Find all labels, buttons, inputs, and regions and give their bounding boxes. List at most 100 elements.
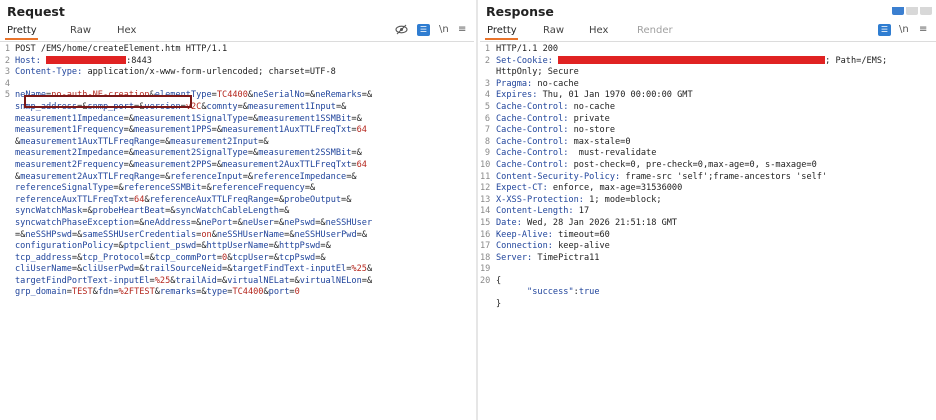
line-number: 17 <box>480 241 491 252</box>
header-name: Server: <box>496 252 533 263</box>
response-tab-render[interactable]: Render <box>637 25 673 36</box>
param-token: v2C <box>185 101 202 112</box>
param-token: neSSHPswd <box>25 229 72 240</box>
line-content: Expires: Thu, 01 Jan 1970 00:00:00 GMT <box>496 90 693 102</box>
header-name: Cache-Control: <box>496 125 569 136</box>
line-content: measurement2Impedance=&measurement2Signa… <box>15 148 362 160</box>
code-line: 2 Set-Cookie: ; Path=/EMS; <box>480 55 936 68</box>
param-token: sameSSHUserCredentials <box>82 229 197 240</box>
line-content: Keep-Alive: timeout=60 <box>496 230 610 242</box>
param-token: targetFindPortText-inputEl <box>15 275 150 286</box>
param-token: & <box>356 148 362 159</box>
param-token: measurement1Impedance <box>15 113 124 124</box>
text-format-icon[interactable]: ☰ <box>417 24 430 36</box>
header-name: Set-Cookie: <box>496 55 553 66</box>
param-token: version <box>144 101 181 112</box>
param-token: snmp_port <box>87 101 135 112</box>
code-line: cliUserName=&cliUserPwd=&trailSourceNeid… <box>0 264 474 276</box>
param-token: measurement2SignalType <box>134 148 248 159</box>
request-editor[interactable]: 1 POST /EMS/home/createElement.htm HTTP/1… <box>0 44 474 299</box>
param-token: configurationPolicy <box>15 241 114 252</box>
code-line: 19 <box>480 264 936 276</box>
request-tab-raw[interactable]: Raw <box>70 25 91 36</box>
param-token: referenceInput <box>170 171 243 182</box>
code-line: 20 { <box>480 276 936 288</box>
body-params: cliUserName=&cliUserPwd=&trailSourceNeid… <box>15 264 372 274</box>
param-token: neRemarks <box>315 90 362 101</box>
line-number: 3 <box>4 67 10 78</box>
header-value: 17 <box>573 206 590 217</box>
code-line: } <box>480 299 936 311</box>
code-line: 2 Host: :8443 <box>0 55 474 68</box>
line-number: 2 <box>484 55 490 66</box>
layout-horizontal-icon[interactable] <box>906 7 918 15</box>
line-number: 1 <box>4 44 10 54</box>
line-content: Server: TimePictra11 <box>496 253 599 265</box>
text-format-icon[interactable]: ☰ <box>878 24 891 36</box>
line-content: Cache-Control: no-store <box>496 125 615 137</box>
param-token: httpPswd <box>278 241 321 252</box>
request-tab-pretty[interactable]: Pretty <box>7 25 37 36</box>
body-params: snmp_address=&snmp_port=&version=v2C&com… <box>15 102 346 112</box>
param-token: syncWatchMask <box>15 206 83 217</box>
line-content: Pragma: no-cache <box>496 79 579 91</box>
redacted-block <box>46 55 127 64</box>
code-line: syncwatchPhaseException=&neAddress=&nePo… <box>0 218 474 230</box>
line-content: Connection: keep-alive <box>496 241 610 253</box>
param-token: tcp_commPort <box>154 252 217 263</box>
param-token: syncWatchCableLength <box>175 206 279 217</box>
line-content: Cache-Control: max-stale=0 <box>496 137 631 149</box>
param-token: referenceSSMBit <box>123 183 202 194</box>
layout-vertical-icon[interactable] <box>920 7 932 15</box>
code-line: 6 Cache-Control: private <box>480 114 936 126</box>
layout-split-icon[interactable] <box>892 7 904 15</box>
param-token: measurement2Frequency <box>15 159 124 170</box>
code-line: grp_domain=TEST&fdn=%2FTEST&remarks=&typ… <box>0 287 474 299</box>
response-tab-raw[interactable]: Raw <box>543 25 564 36</box>
newline-toggle[interactable]: \n <box>439 24 449 35</box>
param-token: & <box>325 241 331 252</box>
menu-icon[interactable]: ≡ <box>919 24 927 35</box>
pane-divider[interactable] <box>476 0 478 420</box>
param-token: & <box>320 252 326 263</box>
response-tab-hex[interactable]: Hex <box>589 25 608 36</box>
newline-toggle[interactable]: \n <box>899 24 909 35</box>
header-value: timeout=60 <box>552 229 610 240</box>
line-number: 6 <box>484 113 490 124</box>
param-token: virtualNELat <box>227 275 290 286</box>
param-token: trailSourceNeid <box>144 264 223 275</box>
line-number: 16 <box>480 229 491 240</box>
code-line: 7 Cache-Control: no-store <box>480 125 936 137</box>
response-tab-pretty[interactable]: Pretty <box>487 25 517 36</box>
line-content: measurement2Frequency=&measurement2PPS=&… <box>15 160 367 172</box>
line-content: measurement1Frequency=&measurement1PPS=&… <box>15 125 367 137</box>
request-line: POST /EMS/home/createElement.htm HTTP/1.… <box>15 44 228 54</box>
line-content: "success":true <box>496 287 599 299</box>
body-params: grp_domain=TEST&fdn=%2FTEST&remarks=&typ… <box>15 287 300 297</box>
body-params: configurationPolicy=&ptpclient_pswd=&htt… <box>15 241 331 251</box>
header-value: post-check=0, pre-check=0,max-age=0, s-m… <box>568 159 817 170</box>
code-line: 4 Expires: Thu, 01 Jan 1970 00:00:00 GMT <box>480 90 936 102</box>
line-number: 15 <box>480 217 491 228</box>
param-token: tcp_address <box>15 252 72 263</box>
menu-icon[interactable]: ≡ <box>458 24 466 35</box>
request-tab-hex[interactable]: Hex <box>117 25 136 36</box>
json-key: "success" <box>527 287 574 298</box>
param-token: nePswd <box>284 217 316 228</box>
param-token: measurement2AuxTTLFreqRange <box>20 171 160 182</box>
param-token: measurement1AuxTTLFreqRange <box>20 136 160 147</box>
header-value: no-cache <box>568 101 616 112</box>
param-token: ptpclient_pswd <box>123 241 197 252</box>
response-tabs: Pretty Raw Hex Render ☰ \n ≡ <box>480 22 936 42</box>
param-token: measurement2AuxTTLFreqTxt <box>222 159 352 170</box>
response-editor[interactable]: 1 HTTP/1.1 200 2 Set-Cookie: ; Path=/EMS; Ht… <box>480 44 936 311</box>
param-token: httpUserName <box>206 241 269 252</box>
header-value: 1; mode=block; <box>583 194 662 205</box>
line-number: 20 <box>480 275 491 286</box>
line-content: { <box>496 276 501 288</box>
param-token: %2FTEST <box>118 287 155 298</box>
eye-slash-icon[interactable] <box>395 24 408 38</box>
param-token: probeHeartBeat <box>92 206 166 217</box>
body-params: &measurement2AuxTTLFreqRange=&referenceI… <box>15 172 357 182</box>
line-number: 1 <box>484 44 490 54</box>
